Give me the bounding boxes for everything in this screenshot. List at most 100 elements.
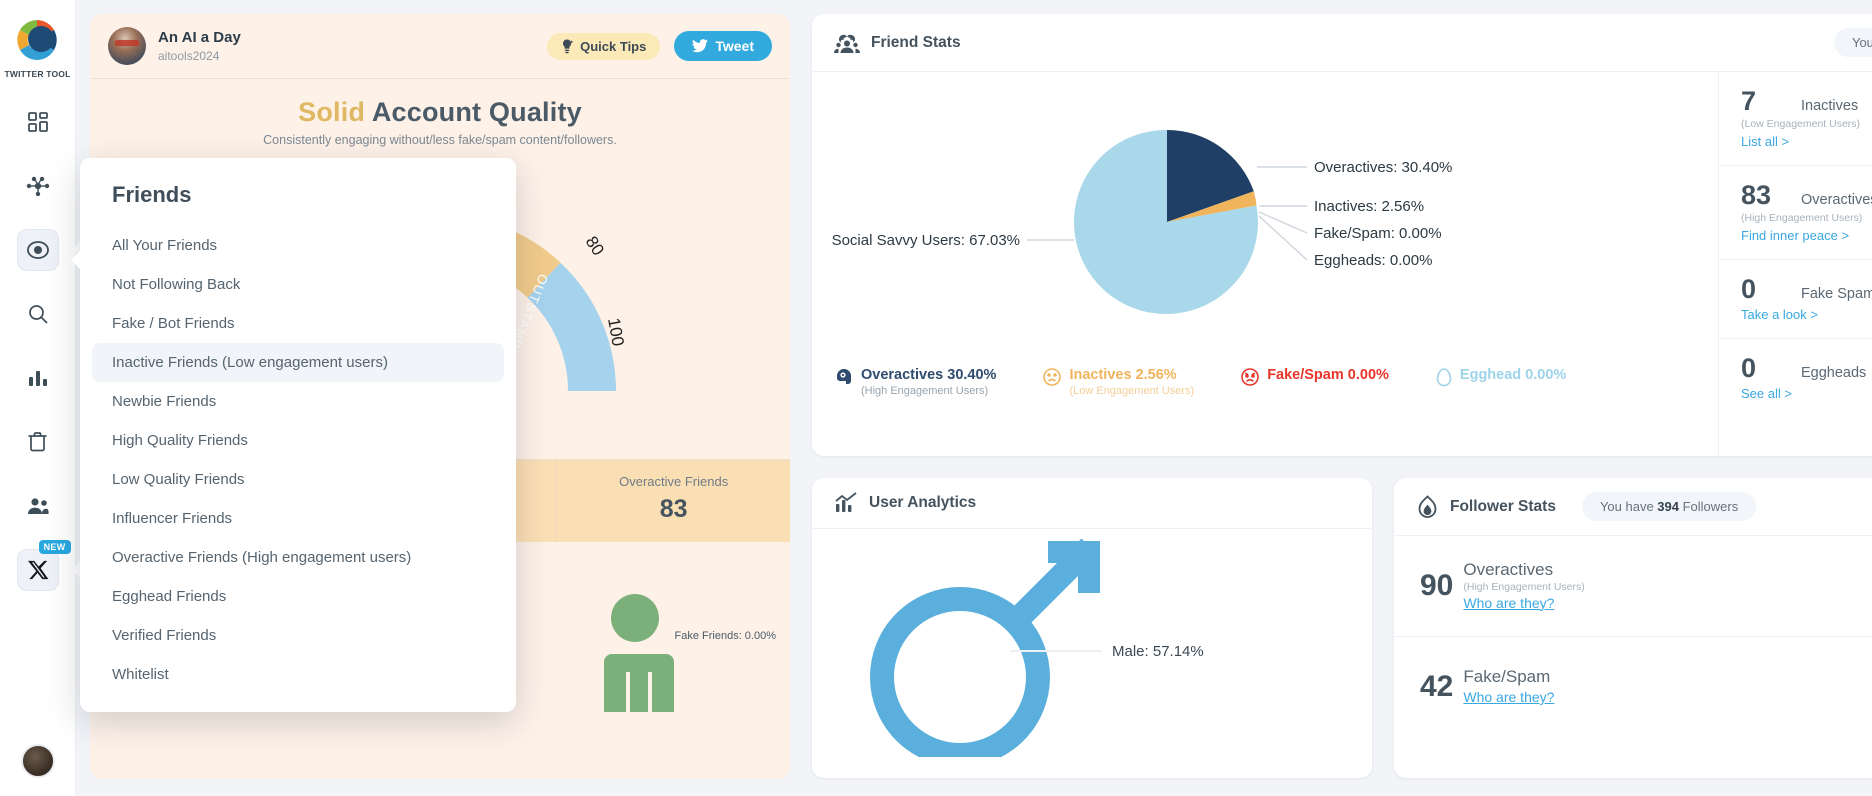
sidebar-item-dashboard[interactable] [17,101,59,143]
side-top: 0 Eggheads [1741,355,1872,382]
gauge-tick-80: 80 [582,233,608,259]
pie-label-eggheads: Eggheads: 0.00% [1314,252,1432,269]
friend-pie-chart: Overactives: 30.40% Inactives: 2.56% Fak… [832,129,1452,314]
app-logo[interactable]: TWITTER TOOL [5,14,71,79]
legend-main: Egghead 0.00% [1460,367,1566,383]
dropdown-item-high-quality-friends[interactable]: High Quality Friends [80,421,516,460]
fs-label: Overactives [1463,559,1554,579]
dropdown-item-inactive-friends[interactable]: Inactive Friends (Low engagement users) [92,343,504,382]
lower-row: User Analytics Male: 57.14% Follower Sta… [812,478,1872,778]
legend-label: Fake/Spam [1267,367,1344,383]
tweet-button[interactable]: Tweet [674,31,772,61]
side-number: 7 [1741,86,1757,116]
profile-bar: An AI a Day aitools2024 Quick Tips Tweet [90,14,790,79]
followers-count-badge: You have 394 Followers [1581,492,1757,521]
user-analytics-title: User Analytics [869,494,977,511]
pill-prefix: You have [1851,35,1872,50]
sad-face-icon [1043,368,1062,386]
legend-main: Overactives 30.40% [861,367,996,383]
fake-friends-callout: Fake Friends: 0.00% [674,630,777,642]
sidebar-item-network[interactable] [17,165,59,207]
side-number: 0 [1741,353,1757,383]
dropdown-item-influencer-friends[interactable]: Influencer Friends [80,499,516,538]
friend-pie-chart-area: Overactives: 30.40% Inactives: 2.56% Fak… [812,72,1718,456]
dropdown-title: Friends [112,182,192,207]
logo-text: TWITTER TOOL [4,69,71,79]
fs-link-who-are-they[interactable]: Who are they? [1463,595,1554,611]
dropdown-item-overactive-friends[interactable]: Overactive Friends (High engagement user… [80,538,516,577]
dropdown-item-newbie-friends[interactable]: Newbie Friends [80,382,516,421]
quality-title-rest: Account Quality [365,97,582,127]
dropdown-item-egghead-friends[interactable]: Egghead Friends [80,577,516,616]
fs-label: Fake/Spam [1463,667,1551,686]
dropdown-item-whitelist[interactable]: Whitelist [80,655,516,694]
pie-label-overactives: Overactives: 30.40% [1314,159,1452,176]
page-title: Solid Account Quality [90,97,790,128]
quick-tips-label: Quick Tips [580,38,647,54]
side-label: Inactives [1801,98,1859,114]
sidebar-item-friends[interactable] [17,485,59,527]
fs-number: 90 [1420,569,1454,602]
legend-label: Egghead [1459,367,1522,383]
profile-actions: Quick Tips Tweet [547,31,772,61]
legend-sub: (High Engagement Users) [861,385,989,397]
tile-label: Overactive Friends [619,474,729,489]
side-link-find-inner-peace[interactable]: Find inner peace > [1741,228,1849,243]
sidebar-item-x[interactable]: NEW [16,540,71,591]
new-badge: NEW [38,540,71,554]
egg-icon [1436,368,1452,387]
quick-tips-button[interactable]: Quick Tips [547,32,661,60]
side-link-list-all[interactable]: List all > [1741,134,1789,149]
fs-text: Overactives (High Engagement Users) Who … [1463,560,1584,613]
sidebar-item-search[interactable] [17,293,59,335]
stats-column: Friend Stats You have 296 Friends [812,14,1872,779]
line-chart-icon [835,492,857,512]
side-number: 83 [1741,180,1772,210]
flame-icon [1418,494,1437,518]
gender-symbol-chart: Male: 57.14% [870,538,1204,767]
side-link-take-a-look[interactable]: Take a look > [1741,307,1818,322]
fs-text: Fake/Spam Who are they? [1463,667,1554,707]
side-top: 83 Overactives [1741,182,1872,209]
follower-row-fakespam: 42 Fake/Spam Who are they? 11% [1394,637,1872,737]
tweet-label: Tweet [715,38,754,54]
pill-prefix: You have [1599,499,1658,514]
side-top: 7 Inactives [1741,88,1872,115]
side-row-inactives: 7 Inactives (Low Engagement Users) List … [1719,72,1872,166]
legend-item-egghead: Egghead 0.00% [1435,367,1566,387]
sidebar-item-account-quality[interactable] [16,229,59,271]
fs-link-who-are-they[interactable]: Who are they? [1463,689,1554,705]
dropdown-item-verified-friends[interactable]: Verified Friends [80,616,516,655]
user-avatar[interactable] [20,744,55,778]
legend-main: Fake/Spam 0.00% [1267,367,1389,383]
person-figure-icon [590,592,680,717]
pill-value: 394 [1657,499,1679,514]
friend-stats-card: Friend Stats You have 296 Friends [812,14,1872,456]
sidebar-item-analytics[interactable] [17,357,59,399]
follower-stats-card: Follower Stats You have 394 Followers 90… [1394,478,1872,778]
side-row-fake-spam: 0 Fake Spam Take a look > [1719,260,1872,339]
friend-stats-header: Friend Stats You have 296 Friends [812,14,1872,72]
legend-main: Inactives 2.56% [1069,367,1194,383]
avatar [108,27,146,65]
side-link-see-all[interactable]: See all > [1741,386,1792,401]
dropdown-item-fake-bot-friends[interactable]: Fake / Bot Friends [80,304,516,343]
dashboard-icon [27,112,48,132]
dropdown-item-not-following-back[interactable]: Not Following Back [80,265,516,304]
brain-head-icon [837,369,851,384]
pie-legend: Overactives 30.40% (High Engagement User… [812,367,1718,397]
dropdown-item-low-quality-friends[interactable]: Low Quality Friends [80,460,516,499]
side-label: Eggheads [1801,365,1867,381]
user-analytics-card: User Analytics Male: 57.14% [812,478,1372,778]
friend-stats-title: Friend Stats [871,33,961,51]
search-icon [28,305,48,324]
profile-display-name: An AI a Day [158,29,241,47]
fs-sub: (High Engagement Users) [1463,580,1585,593]
left-nav-rail: TWITTER TOOL NEW [0,0,76,796]
dropdown-item-all-your-friends[interactable]: All Your Friends [80,226,516,265]
side-number: 0 [1741,274,1757,304]
friends-count-badge: You have 296 Friends [1833,28,1872,57]
circle-target-icon [26,241,49,259]
sidebar-item-cleanup[interactable] [17,421,59,463]
logo-mark-icon [11,14,63,66]
